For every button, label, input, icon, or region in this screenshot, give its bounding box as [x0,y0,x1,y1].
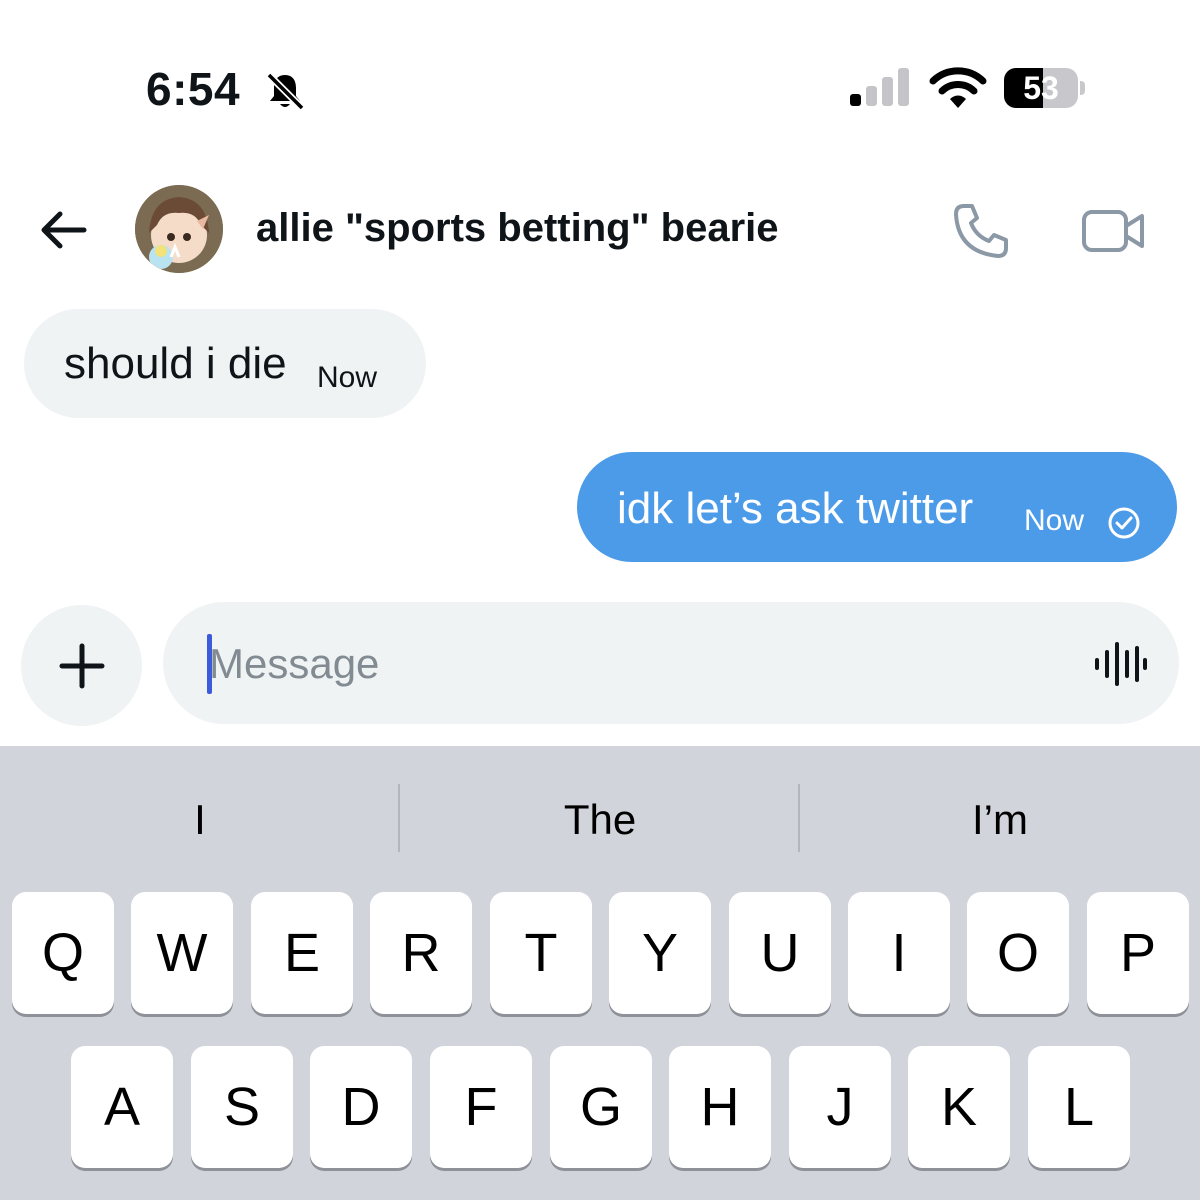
message-bubble-outgoing[interactable]: idk let’s ask twitter Now [577,452,1177,562]
key-t[interactable]: T [490,892,592,1014]
suggestion-1[interactable]: I [0,796,400,844]
conversation-title[interactable]: allie "sports betting" bearie [256,206,779,251]
battery-indicator: 53 [1004,68,1085,108]
key-p[interactable]: P [1087,892,1189,1014]
key-u[interactable]: U [729,892,831,1014]
back-arrow-icon[interactable] [36,206,90,254]
key-j[interactable]: J [789,1046,891,1168]
plus-icon [59,643,105,689]
key-g[interactable]: G [550,1046,652,1168]
key-i[interactable]: I [848,892,950,1014]
status-time: 6:54 [146,63,241,115]
key-a[interactable]: A [71,1046,173,1168]
message-timestamp: Now [317,361,378,394]
message-composer[interactable] [163,602,1179,724]
message-input[interactable] [207,632,1051,696]
key-e[interactable]: E [251,892,353,1014]
key-h[interactable]: H [669,1046,771,1168]
cellular-signal-icon [850,68,909,106]
key-l[interactable]: L [1028,1046,1130,1168]
key-s[interactable]: S [191,1046,293,1168]
sent-check-icon [1108,507,1140,539]
message-bubble-incoming[interactable]: should i die Now [24,309,426,418]
message-text: should i die [64,339,287,388]
key-d[interactable]: D [310,1046,412,1168]
suggestion-3[interactable]: I’m [800,796,1200,844]
key-o[interactable]: O [967,892,1069,1014]
message-text: idk let’s ask twitter [617,484,974,533]
bell-slash-icon [266,72,305,111]
battery-level-text: 53 [1023,70,1059,106]
message-timestamp: Now [1024,504,1085,537]
keyboard: I The I’m Q W E R T Y U I O P A S D F G … [0,746,1200,1200]
key-w[interactable]: W [131,892,233,1014]
key-y[interactable]: Y [609,892,711,1014]
text-caret [207,634,212,694]
suggestion-2[interactable]: The [400,796,800,844]
key-r[interactable]: R [370,892,472,1014]
add-attachment-button[interactable] [21,605,142,726]
key-q[interactable]: Q [12,892,114,1014]
phone-call-icon[interactable] [950,200,1012,262]
key-f[interactable]: F [430,1046,532,1168]
video-call-icon[interactable] [1080,204,1146,258]
key-k[interactable]: K [908,1046,1010,1168]
voice-message-icon[interactable] [1093,642,1147,686]
avatar[interactable] [135,185,223,273]
wifi-icon [929,67,987,108]
